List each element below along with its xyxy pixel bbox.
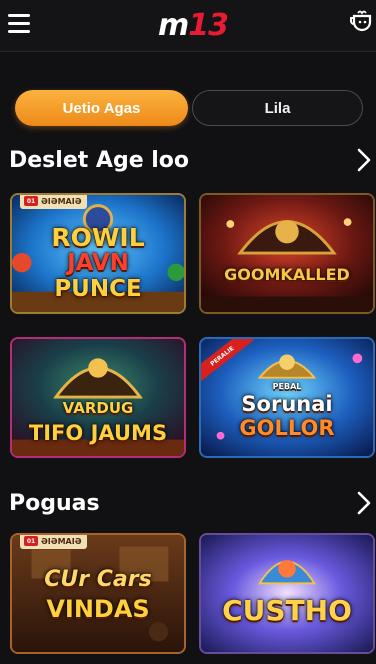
tab-uetio-agas[interactable]: Uetio Agas (15, 90, 188, 126)
top-bar: m13 (0, 0, 376, 52)
game-title-line: VARDUG (62, 399, 134, 417)
game-card-tifo-jaums[interactable]: VARDUG TIFO JAUMS (10, 337, 186, 458)
game-title-line: PEBAL (272, 382, 302, 391)
game-card-sorunai-gollor[interactable]: PERALIE PEBAL Sorunai GOLLOR (199, 337, 375, 458)
game-title-line: ROWIL (51, 223, 145, 252)
category-tabs: Uetio Agas Lila (15, 90, 363, 126)
game-title-line: GOOMKALLED (224, 265, 350, 284)
brand-logo[interactable]: m13 (158, 8, 234, 44)
game-title-line: PUNCE (54, 276, 142, 302)
game-badge: 01 ƏIƏMAIƏ (20, 195, 88, 209)
chevron-right-icon[interactable] (356, 148, 372, 172)
game-card-custho[interactable]: CUSTHO (199, 533, 375, 654)
game-title-line: CUr Cars (44, 567, 152, 592)
hamburger-menu-icon[interactable] (8, 14, 30, 34)
game-card-goomkalled[interactable]: GOOMKALLED (199, 193, 375, 314)
trophy-cup-icon[interactable] (348, 8, 376, 36)
game-title-line: CUSTHO (222, 594, 352, 627)
game-title-line: TIFO JAUMS (28, 421, 168, 445)
section-title-deslet: Deslet Age loo (9, 148, 190, 173)
chevron-right-icon[interactable] (356, 491, 372, 515)
game-title-line: JAVN (67, 250, 129, 276)
game-card-vindas[interactable]: 01 ƏIƏMAIƏ CUr Cars VINDAS (10, 533, 186, 654)
game-title-line: GOLLOR (239, 416, 335, 440)
game-title-line: Sorunai (241, 392, 333, 416)
game-card-rowil[interactable]: 01 ƏIƏMAIƏ ROWIL JAVN PUNCE (10, 193, 186, 314)
game-badge: 01 ƏIƏMAIƏ (20, 535, 88, 549)
tab-lila[interactable]: Lila (192, 90, 363, 126)
section-title-poguas: Poguas (9, 491, 100, 516)
game-title-line: VINDAS (46, 595, 150, 623)
